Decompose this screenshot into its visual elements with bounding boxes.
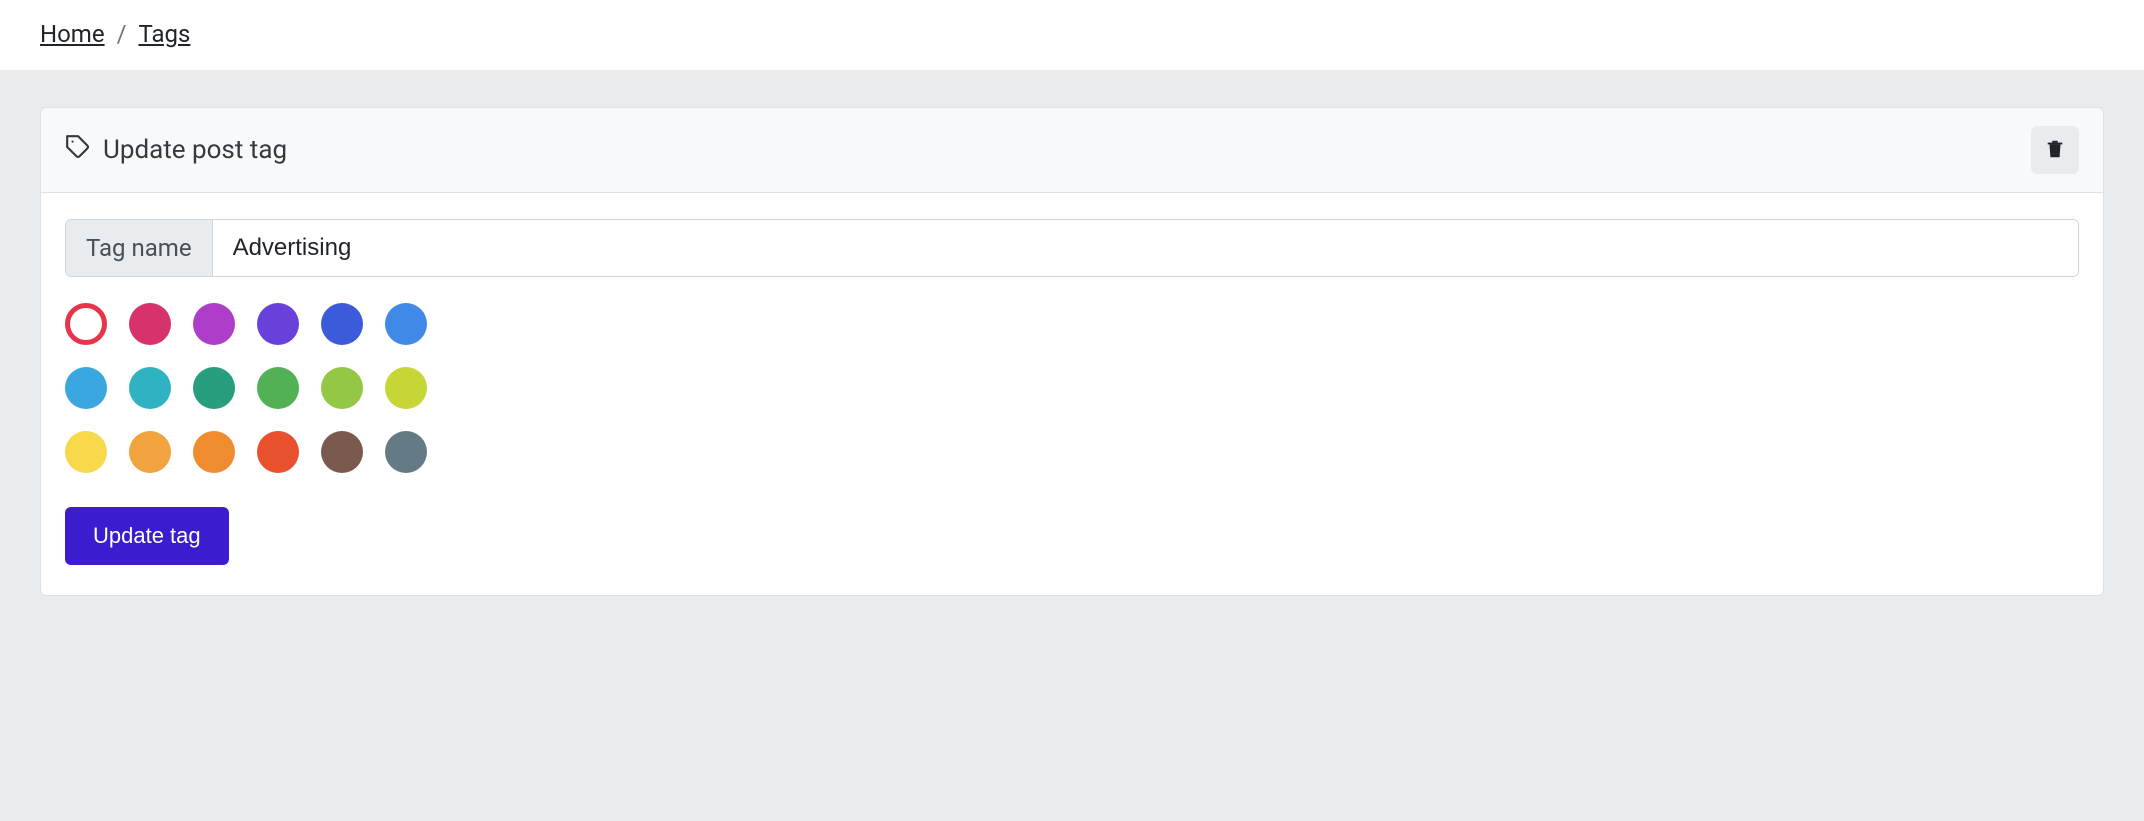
update-tag-button[interactable]: Update tag (65, 507, 229, 565)
color-swatch[interactable] (129, 431, 171, 473)
card-title: Update post tag (65, 134, 287, 167)
color-row (65, 303, 2079, 345)
color-swatch[interactable] (257, 367, 299, 409)
color-swatch[interactable] (385, 303, 427, 345)
color-swatch[interactable] (129, 303, 171, 345)
tag-name-label: Tag name (66, 220, 213, 276)
breadcrumb-home-link[interactable]: Home (40, 20, 105, 48)
color-swatch[interactable] (385, 431, 427, 473)
page-background: Update post tag Tag name Upd (0, 71, 2144, 821)
color-row (65, 431, 2079, 473)
breadcrumb-bar: Home / Tags (0, 0, 2144, 71)
color-swatch[interactable] (193, 367, 235, 409)
tag-name-input[interactable] (213, 220, 2078, 276)
card-body: Tag name Update tag (41, 193, 2103, 595)
update-tag-card: Update post tag Tag name Upd (40, 107, 2104, 596)
tag-name-input-group: Tag name (65, 219, 2079, 277)
color-swatch[interactable] (321, 431, 363, 473)
card-title-text: Update post tag (103, 135, 287, 165)
color-swatch[interactable] (65, 303, 107, 345)
color-swatch[interactable] (129, 367, 171, 409)
color-swatch[interactable] (321, 367, 363, 409)
color-swatch[interactable] (65, 431, 107, 473)
color-swatch[interactable] (193, 431, 235, 473)
card-header: Update post tag (41, 108, 2103, 193)
color-picker (65, 303, 2079, 473)
color-row (65, 367, 2079, 409)
color-swatch[interactable] (321, 303, 363, 345)
breadcrumb-tags-link[interactable]: Tags (139, 20, 191, 48)
color-swatch[interactable] (257, 303, 299, 345)
color-swatch[interactable] (65, 367, 107, 409)
breadcrumb-separator: / (117, 20, 127, 48)
tag-icon (65, 134, 91, 167)
color-swatch[interactable] (257, 431, 299, 473)
trash-icon (2044, 138, 2066, 163)
breadcrumb: Home / Tags (40, 20, 2104, 48)
color-swatch[interactable] (193, 303, 235, 345)
color-swatch[interactable] (385, 367, 427, 409)
delete-button[interactable] (2031, 126, 2079, 174)
